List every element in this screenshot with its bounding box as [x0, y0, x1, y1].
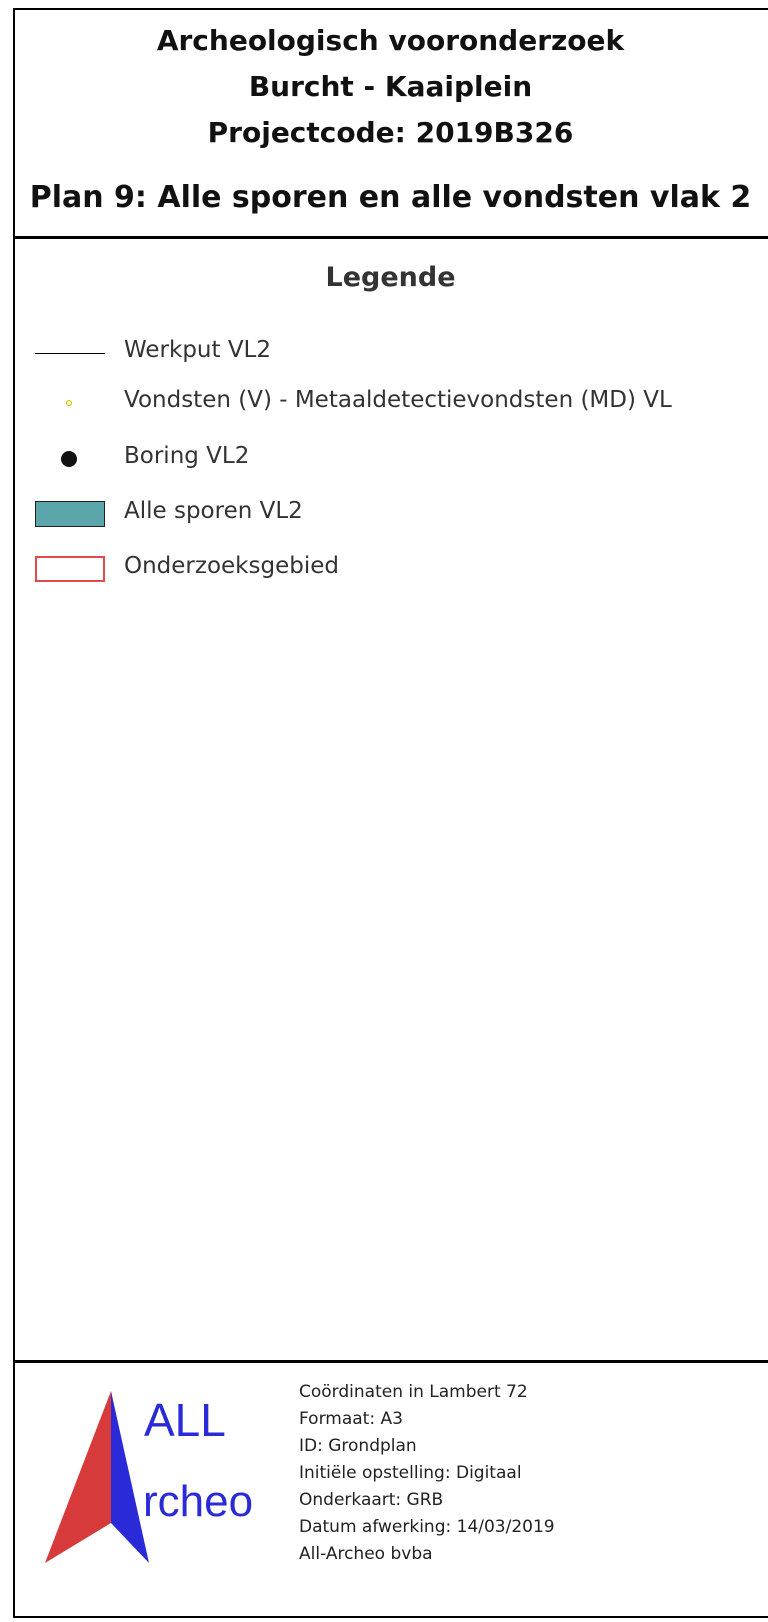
legend-label: Boring VL2 [124, 443, 250, 469]
legend-label: Onderzoeksgebied [124, 553, 339, 579]
meta-base-map: Onderkaart: GRB [299, 1490, 444, 1510]
legend-label: Alle sporen VL2 [124, 498, 303, 524]
meta-initial-setup: Initiële opstelling: Digitaal [299, 1463, 522, 1483]
logo-text-rcheo: rcheo [143, 1477, 254, 1526]
title-line-3: Projectcode: 2019B326 [207, 116, 574, 149]
meta-company: All-Archeo bvba [299, 1544, 433, 1564]
teal-rectangle-icon [35, 501, 105, 527]
legend-label: Werkput VL2 [124, 337, 272, 363]
legend-item-alle-sporen: Alle sporen VL2 [0, 494, 768, 534]
legend-item-vondsten: Vondsten (V) - Metaaldetectievondsten (M… [0, 383, 768, 423]
title-block: Archeologisch vooronderzoek Burcht - Kaa… [13, 8, 768, 239]
legend-label: Vondsten (V) - Metaaldetectievondsten (M… [124, 387, 672, 413]
red-outline-rectangle-icon [35, 556, 105, 582]
small-yellow-dot-icon [66, 400, 72, 406]
meta-id: ID: Grondplan [299, 1436, 417, 1456]
black-dot-icon [61, 451, 77, 467]
title-line-1: Archeologisch vooronderzoek [156, 24, 625, 57]
legend-item-onderzoeksgebied: Onderzoeksgebied [0, 549, 768, 589]
footer: ALL rcheo Coördinaten in Lambert 72 Form… [13, 1360, 768, 1621]
meta-coordinates: Coördinaten in Lambert 72 [299, 1382, 528, 1402]
line-symbol-icon [35, 353, 105, 354]
meta-format: Formaat: A3 [299, 1409, 403, 1429]
meta-date: Datum afwerking: 14/03/2019 [299, 1517, 555, 1537]
title-line-2: Burcht - Kaaiplein [248, 70, 533, 103]
plan-title: Plan 9: Alle sporen en alle vondsten vla… [29, 180, 752, 215]
legend-item-boring: Boring VL2 [0, 439, 768, 479]
legend-item-werkput: Werkput VL2 [0, 333, 768, 373]
logo-text-all: ALL [144, 1394, 226, 1446]
legend-title: Legende [325, 262, 456, 293]
map-metadata: Coördinaten in Lambert 72 Formaat: A3 ID… [299, 1379, 555, 1568]
all-archeo-logo: ALL rcheo [37, 1383, 267, 1573]
